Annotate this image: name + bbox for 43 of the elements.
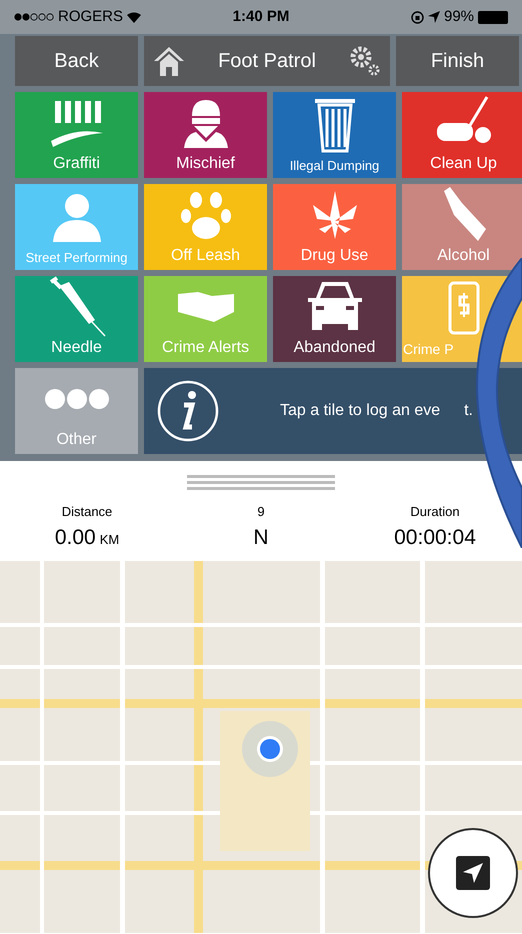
battery-icon	[478, 10, 508, 24]
duration-value: 00:00:04	[394, 524, 476, 550]
event-tile[interactable]: Crime Alerts	[144, 276, 267, 362]
event-tile[interactable]: Abandoned	[273, 276, 396, 362]
battery-percent: 99%	[444, 6, 474, 27]
settings-icon[interactable]	[348, 45, 382, 77]
drag-handle[interactable]	[187, 475, 335, 490]
finish-button[interactable]: Finish	[396, 36, 519, 86]
event-tile[interactable]: Street Performing	[15, 184, 138, 270]
back-button[interactable]: Back	[15, 36, 138, 86]
info-message: Tap a tile to log an eve	[280, 401, 440, 421]
carrier-name: ROGERS	[58, 6, 124, 27]
person-icon	[50, 192, 102, 242]
event-tile[interactable]: Clean Up	[402, 92, 522, 178]
rotation-lock-icon	[410, 10, 424, 24]
screen-title: Foot Patrol	[217, 49, 317, 74]
paw-print-icon	[180, 190, 232, 240]
trash-can-icon	[312, 96, 356, 153]
duration-label: Duration	[410, 503, 460, 521]
distance-value: 0.00	[54, 524, 96, 550]
event-tile[interactable]: Graffiti	[15, 92, 138, 178]
heading-degrees: 9	[257, 503, 265, 521]
distance-unit: KM	[100, 530, 120, 548]
phone-dollar-icon	[448, 281, 480, 336]
event-tile[interactable]: Needle	[15, 276, 138, 362]
heading-direction: N	[253, 524, 269, 550]
event-tile[interactable]: Alcohol	[402, 184, 522, 270]
event-tile[interactable]: Mischief	[144, 92, 267, 178]
clock-time: 1:40 PM	[232, 6, 290, 27]
masked-person-icon	[182, 98, 230, 148]
info-message-end: t.	[464, 401, 473, 421]
info-icon	[156, 379, 220, 443]
location-arrow-icon	[428, 11, 440, 23]
location-dot-icon	[240, 719, 300, 779]
event-tile[interactable]: Drug Use	[273, 184, 396, 270]
event-tile[interactable]: Illegal Dumping	[273, 92, 396, 178]
more-icon	[44, 388, 110, 410]
signal-icon	[14, 13, 54, 21]
wifi-icon	[127, 12, 142, 22]
distance-label: Distance	[62, 503, 112, 521]
home-icon[interactable]	[152, 45, 186, 77]
event-tile[interactable]: Other	[15, 368, 138, 454]
event-tile[interactable]: Off Leash	[144, 184, 267, 270]
